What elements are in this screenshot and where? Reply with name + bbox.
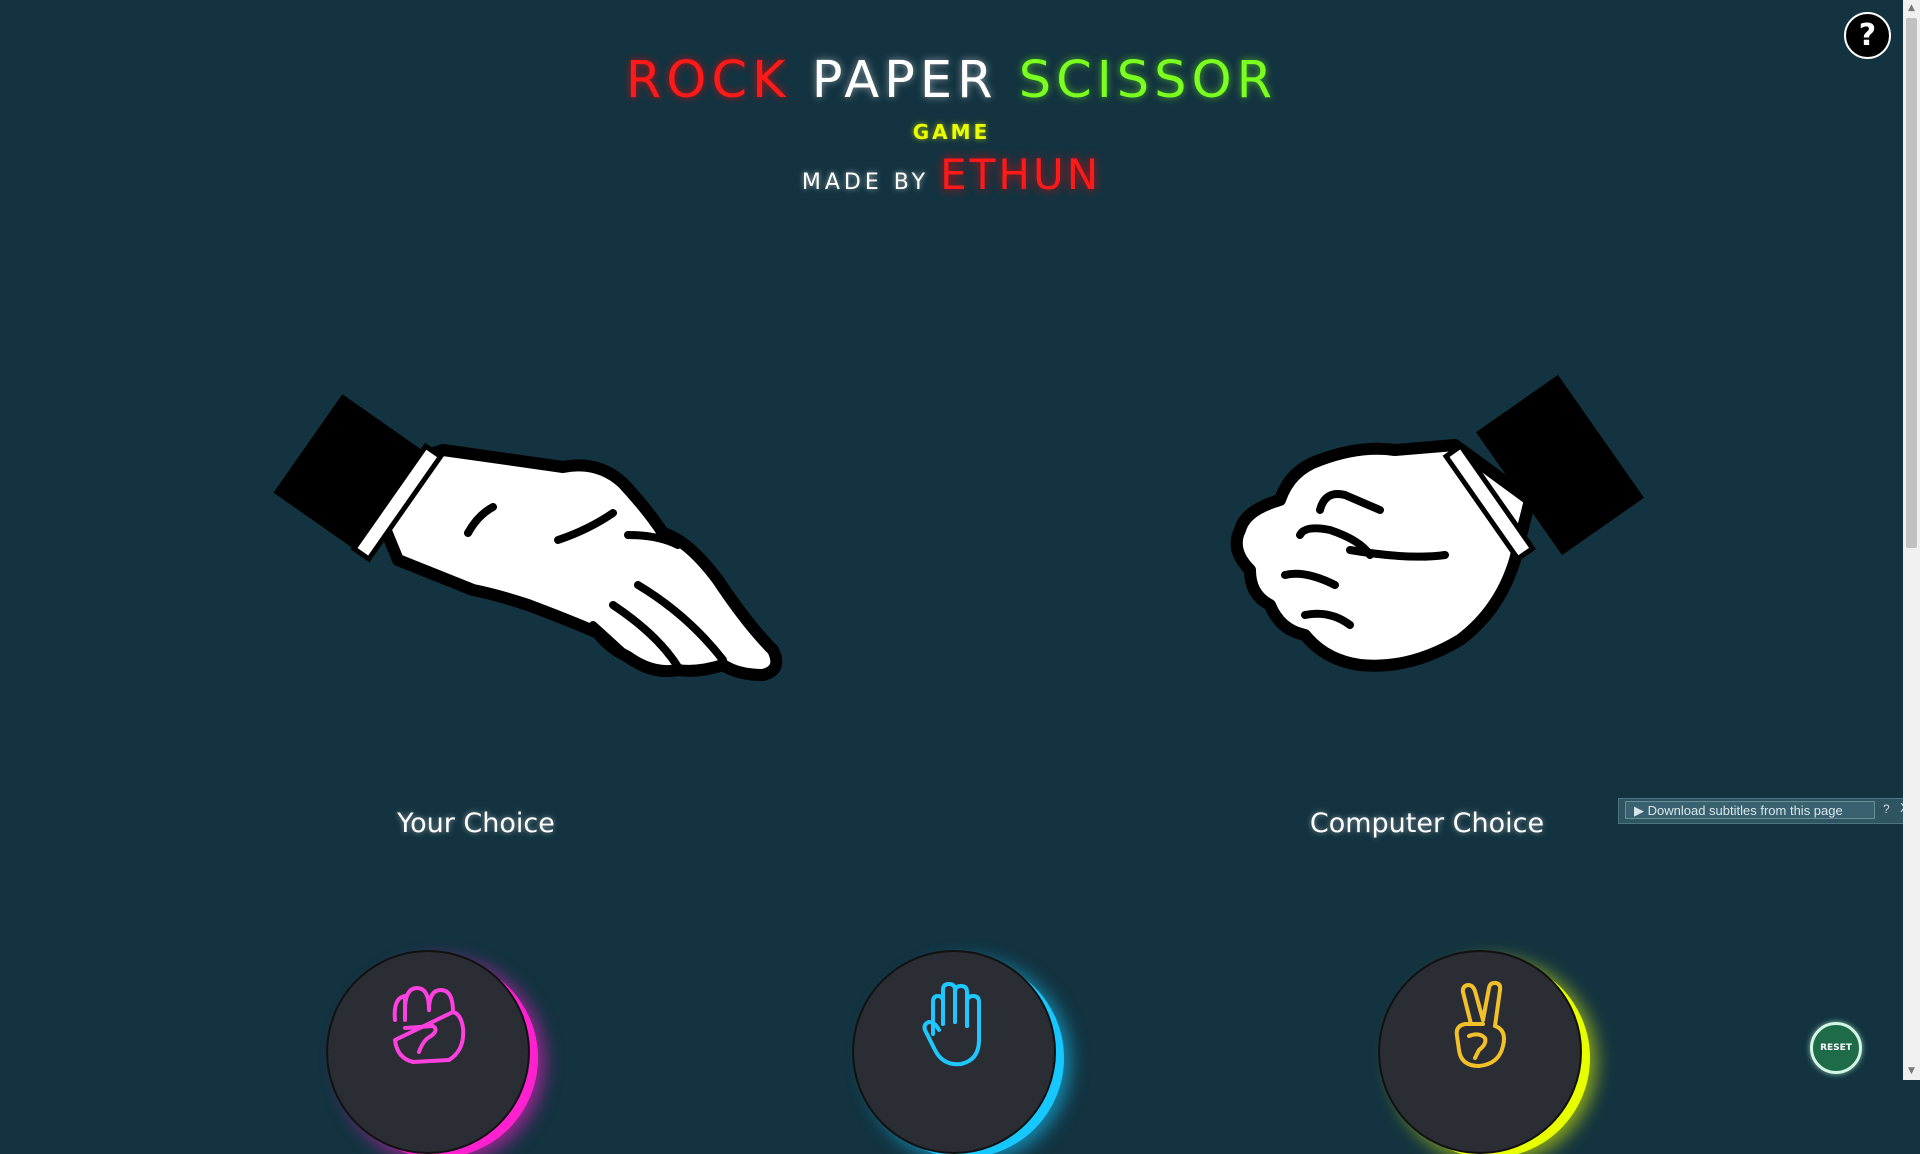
help-button[interactable]: ? xyxy=(1844,12,1891,59)
download-subtitles-button[interactable]: ▶ Download subtitles from this page xyxy=(1625,801,1875,819)
scrollbar-thumb[interactable] xyxy=(1906,18,1917,548)
made-by-text: MADE BY xyxy=(801,170,930,195)
your-choice-label: Your Choice xyxy=(397,808,555,839)
rock-fist-icon xyxy=(383,980,473,1074)
title-rock: ROCK xyxy=(625,51,791,110)
scissor-choice-button[interactable] xyxy=(1378,950,1582,1154)
made-by-line: MADE BY ETHUN xyxy=(0,150,1903,199)
title-scissor: SCISSOR xyxy=(1018,51,1278,110)
download-subtitles-label: Download subtitles from this page xyxy=(1647,803,1843,818)
computer-choice-label: Computer Choice xyxy=(1309,808,1545,839)
game-subtitle: GAME xyxy=(912,120,991,144)
author-name: ETHUN xyxy=(940,150,1102,199)
paper-hand-icon xyxy=(909,980,999,1074)
scissor-hand-icon xyxy=(1435,980,1525,1074)
paper-choice-button[interactable] xyxy=(852,950,1056,1154)
reset-button[interactable]: RESET xyxy=(1810,1022,1862,1074)
game-header: ROCK PAPER SCISSOR GAME MADE BY ETHUN xyxy=(0,50,1903,199)
your-hand-image xyxy=(268,385,808,705)
subtitle-extension-bar: ▶ Download subtitles from this page ? X xyxy=(1618,798,1915,824)
rock-choice-button[interactable] xyxy=(326,950,530,1154)
title-paper: PAPER xyxy=(811,51,998,110)
play-icon: ▶ xyxy=(1634,803,1644,818)
scroll-down-arrow-icon[interactable]: ▼ xyxy=(1903,1063,1920,1080)
scroll-up-arrow-icon[interactable]: ▲ xyxy=(1903,0,1920,17)
computer-hand-image xyxy=(1210,370,1650,690)
game-title: ROCK PAPER SCISSOR xyxy=(0,50,1903,112)
vertical-scrollbar[interactable]: ▲ ▼ xyxy=(1903,0,1920,1080)
extension-help-icon[interactable]: ? xyxy=(1883,802,1890,816)
